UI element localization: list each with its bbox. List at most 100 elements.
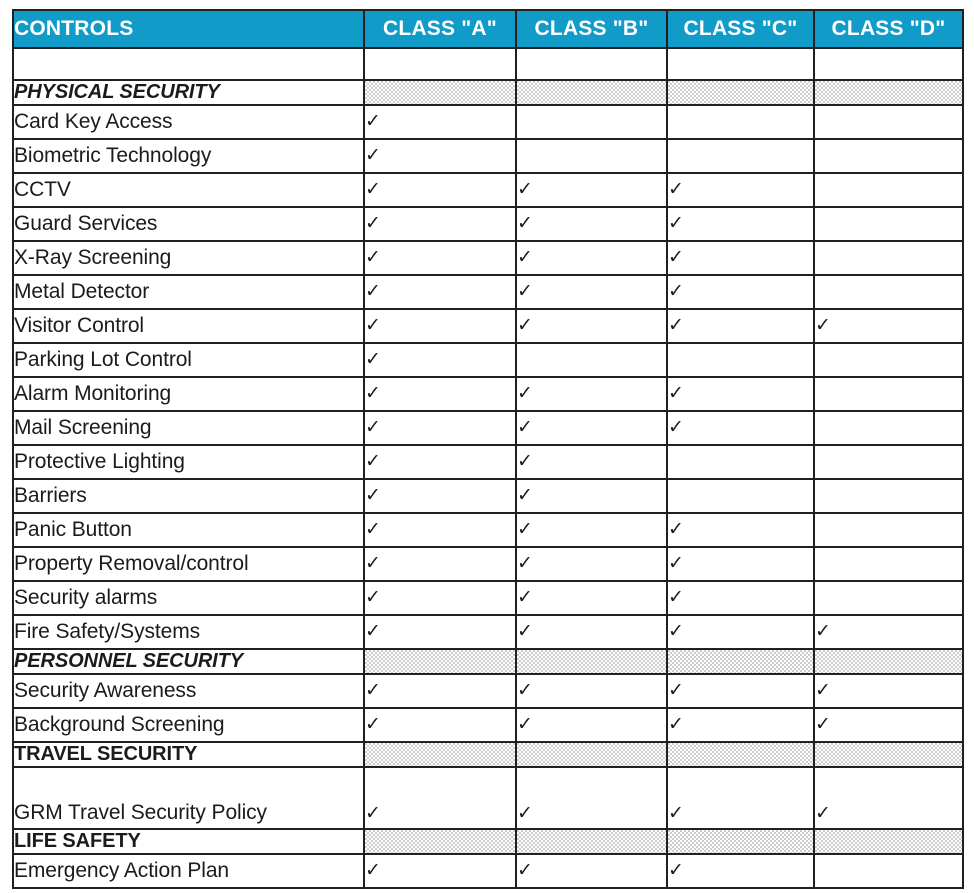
cell-class-d[interactable]: ✓ <box>813 580 964 616</box>
cell-class-b[interactable]: ✓ <box>515 614 668 650</box>
cell-class-b[interactable]: ✓ <box>515 308 668 344</box>
cell-class-a[interactable]: ✓ <box>363 673 517 709</box>
cell-class-c[interactable]: ✓ <box>666 342 815 378</box>
cell-class-d[interactable]: ✓ <box>813 478 964 514</box>
cell-class-d[interactable]: ✓ <box>813 512 964 548</box>
cell-class-c[interactable]: ✓ <box>666 444 815 480</box>
cell-class-b[interactable]: ✓ <box>515 444 668 480</box>
cell-class-a[interactable]: ✓ <box>363 546 517 582</box>
cell-class-a[interactable]: ✓ <box>363 308 517 344</box>
cell-class-a[interactable]: ✓ <box>363 47 517 81</box>
cell-class-d[interactable]: ✓ <box>813 104 964 140</box>
cell-class-d[interactable]: ✓ <box>813 410 964 446</box>
cell-class-d[interactable]: ✓ <box>813 741 964 768</box>
cell-class-c[interactable]: ✓ <box>666 478 815 514</box>
cell-class-d[interactable]: ✓ <box>813 206 964 242</box>
cell-class-c[interactable]: ✓ <box>666 138 815 174</box>
cell-class-b[interactable]: ✓ <box>515 376 668 412</box>
cell-class-b[interactable]: ✓ <box>515 172 668 208</box>
cell-class-c[interactable]: ✓ <box>666 673 815 709</box>
cell-class-b[interactable]: ✓ <box>515 79 668 106</box>
cell-class-d[interactable]: ✓ <box>813 673 964 709</box>
cell-class-a[interactable]: ✓ <box>363 614 517 650</box>
cell-class-c[interactable]: ✓ <box>666 741 815 768</box>
cell-class-d[interactable]: ✓ <box>813 648 964 675</box>
cell-class-c[interactable]: ✓ <box>666 580 815 616</box>
cell-class-d[interactable]: ✓ <box>813 172 964 208</box>
cell-class-b[interactable]: ✓ <box>515 707 668 743</box>
cell-class-b[interactable]: ✓ <box>515 104 668 140</box>
cell-class-a[interactable]: ✓ <box>363 648 517 675</box>
cell-class-a[interactable]: ✓ <box>363 104 517 140</box>
cell-class-d[interactable]: ✓ <box>813 707 964 743</box>
cell-class-d[interactable]: ✓ <box>813 444 964 480</box>
cell-class-d[interactable]: ✓ <box>813 47 964 81</box>
cell-class-c[interactable]: ✓ <box>666 707 815 743</box>
cell-class-c[interactable]: ✓ <box>666 79 815 106</box>
cell-class-a[interactable]: ✓ <box>363 478 517 514</box>
cell-class-d[interactable]: ✓ <box>813 79 964 106</box>
cell-class-c[interactable]: ✓ <box>666 766 815 830</box>
cell-class-c[interactable]: ✓ <box>666 853 815 889</box>
cell-class-b[interactable]: ✓ <box>515 741 668 768</box>
cell-class-b[interactable]: ✓ <box>515 648 668 675</box>
cell-class-d[interactable]: ✓ <box>813 240 964 276</box>
cell-class-a[interactable]: ✓ <box>363 376 517 412</box>
cell-class-c[interactable]: ✓ <box>666 828 815 855</box>
cell-class-d[interactable]: ✓ <box>813 274 964 310</box>
cell-class-c[interactable]: ✓ <box>666 104 815 140</box>
cell-class-c[interactable]: ✓ <box>666 47 815 81</box>
cell-class-c[interactable]: ✓ <box>666 240 815 276</box>
cell-class-a[interactable]: ✓ <box>363 512 517 548</box>
cell-class-b[interactable]: ✓ <box>515 546 668 582</box>
cell-class-b[interactable]: ✓ <box>515 828 668 855</box>
cell-class-c[interactable]: ✓ <box>666 546 815 582</box>
cell-class-a[interactable]: ✓ <box>363 741 517 768</box>
cell-class-b[interactable]: ✓ <box>515 274 668 310</box>
cell-class-c[interactable]: ✓ <box>666 376 815 412</box>
cell-class-b[interactable]: ✓ <box>515 47 668 81</box>
cell-class-b[interactable]: ✓ <box>515 512 668 548</box>
cell-class-d[interactable]: ✓ <box>813 546 964 582</box>
cell-class-a[interactable]: ✓ <box>363 206 517 242</box>
cell-class-d[interactable]: ✓ <box>813 138 964 174</box>
cell-class-a[interactable]: ✓ <box>363 707 517 743</box>
cell-class-c[interactable]: ✓ <box>666 410 815 446</box>
cell-class-b[interactable]: ✓ <box>515 580 668 616</box>
cell-class-b[interactable]: ✓ <box>515 138 668 174</box>
cell-class-b[interactable]: ✓ <box>515 478 668 514</box>
cell-class-a[interactable]: ✓ <box>363 766 517 830</box>
cell-class-a[interactable]: ✓ <box>363 853 517 889</box>
cell-class-a[interactable]: ✓ <box>363 580 517 616</box>
cell-class-c[interactable]: ✓ <box>666 172 815 208</box>
cell-class-a[interactable]: ✓ <box>363 342 517 378</box>
cell-class-d[interactable]: ✓ <box>813 853 964 889</box>
cell-class-b[interactable]: ✓ <box>515 673 668 709</box>
cell-class-a[interactable]: ✓ <box>363 274 517 310</box>
cell-class-b[interactable]: ✓ <box>515 766 668 830</box>
cell-class-c[interactable]: ✓ <box>666 512 815 548</box>
cell-class-d[interactable]: ✓ <box>813 376 964 412</box>
cell-class-b[interactable]: ✓ <box>515 853 668 889</box>
cell-class-d[interactable]: ✓ <box>813 614 964 650</box>
cell-class-a[interactable]: ✓ <box>363 138 517 174</box>
cell-class-c[interactable]: ✓ <box>666 648 815 675</box>
cell-class-c[interactable]: ✓ <box>666 308 815 344</box>
cell-class-b[interactable]: ✓ <box>515 342 668 378</box>
cell-class-b[interactable]: ✓ <box>515 206 668 242</box>
cell-class-d[interactable]: ✓ <box>813 342 964 378</box>
cell-class-d[interactable]: ✓ <box>813 828 964 855</box>
cell-class-d[interactable]: ✓ <box>813 308 964 344</box>
cell-class-c[interactable]: ✓ <box>666 614 815 650</box>
cell-class-b[interactable]: ✓ <box>515 240 668 276</box>
cell-class-a[interactable]: ✓ <box>363 172 517 208</box>
cell-class-c[interactable]: ✓ <box>666 206 815 242</box>
cell-class-c[interactable]: ✓ <box>666 274 815 310</box>
cell-class-a[interactable]: ✓ <box>363 240 517 276</box>
cell-class-b[interactable]: ✓ <box>515 410 668 446</box>
cell-class-d[interactable]: ✓ <box>813 766 964 830</box>
cell-class-a[interactable]: ✓ <box>363 444 517 480</box>
cell-class-a[interactable]: ✓ <box>363 410 517 446</box>
cell-class-a[interactable]: ✓ <box>363 828 517 855</box>
cell-class-a[interactable]: ✓ <box>363 79 517 106</box>
